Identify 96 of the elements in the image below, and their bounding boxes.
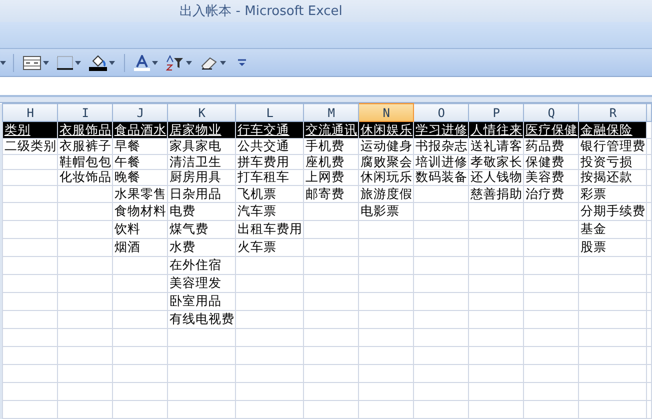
category-header-cell: 衣服饰品: [58, 122, 113, 138]
eraser-icon[interactable]: [200, 56, 218, 70]
table-cell: 慈善捐助: [468, 186, 524, 202]
table-cell: 公共交通: [236, 138, 304, 154]
category-header-cell: 居家物业: [168, 122, 236, 138]
table-cell: 美容理发: [168, 274, 236, 292]
table-cell: 飞机票: [236, 186, 304, 202]
table-cell: 在外住宿: [168, 256, 236, 274]
table-cell: 煤气费: [168, 220, 236, 238]
table-cell: 休闲玩乐: [358, 170, 414, 186]
column-header[interactable]: P: [468, 104, 524, 122]
column-header[interactable]: Q: [524, 104, 579, 122]
table-cell: 数码装备: [414, 170, 469, 186]
category-header-cell: 休闲娱乐: [358, 122, 414, 138]
table-cell: 运动健身: [358, 138, 414, 154]
table-cell: 衣服裤子: [58, 138, 113, 154]
category-header-cell: 金融保险: [578, 122, 647, 138]
table-cell: 彩票: [578, 186, 647, 202]
borders-icon[interactable]: [57, 56, 73, 70]
table-cell: 二级类别: [2, 138, 58, 154]
table-cell: 投资亏损: [578, 154, 647, 170]
table-cell: 书报杂志: [414, 138, 469, 154]
table-cell: 打车租车: [236, 170, 304, 186]
table-cell: 饮料: [112, 220, 168, 238]
table-cell: 汽车票: [236, 202, 304, 220]
category-header-cell: 行车交通: [236, 122, 304, 138]
table-cell: 厨房用具: [168, 170, 236, 186]
table-cell: 清洁卫生: [168, 154, 236, 170]
table-cell: 按揭还款: [578, 170, 647, 186]
category-header-cell: 类别: [2, 122, 58, 138]
table-cell: 银行管理费: [578, 138, 647, 154]
table-cell: 晚餐: [112, 170, 168, 186]
table-cell: 早餐: [112, 138, 168, 154]
category-header-cell: 人情往来: [468, 122, 524, 138]
table-cell: 电影票: [358, 202, 414, 220]
column-header[interactable]: L: [236, 104, 304, 122]
caret-icon[interactable]: [109, 60, 115, 64]
column-header[interactable]: O: [414, 104, 469, 122]
caret-icon[interactable]: [43, 60, 49, 64]
column-header[interactable]: R: [578, 104, 647, 122]
column-header[interactable]: I: [58, 104, 113, 122]
table-cell: 拼车费用: [236, 154, 304, 170]
table-cell: 午餐: [112, 154, 168, 170]
table-cell: 水果零售: [112, 186, 168, 202]
table-cell: 分期手续费: [578, 202, 647, 220]
table-cell: 化妆饰品: [58, 170, 113, 186]
table-cell: 烟酒: [112, 238, 168, 256]
table-cell: 手机费: [304, 138, 359, 154]
table-cell: 火车票: [236, 238, 304, 256]
column-header[interactable]: K: [168, 104, 236, 122]
table-cell: 还人钱物: [468, 170, 524, 186]
table-cell: 水费: [168, 238, 236, 256]
window-title: 出入帐本 - Microsoft Excel: [180, 3, 342, 20]
table-cell: 基金: [578, 220, 647, 238]
table-cell: 孝敬家长: [468, 154, 524, 170]
table-cell: 电费: [168, 202, 236, 220]
caret-icon[interactable]: [152, 60, 158, 64]
font-color-icon[interactable]: [134, 54, 150, 70]
fill-color-button[interactable]: [87, 52, 117, 72]
caret-icon[interactable]: [0, 60, 6, 64]
table-cell: 邮寄费: [304, 186, 359, 202]
table-cell: 家具家电: [168, 138, 236, 154]
table-cell: 日杂用品: [168, 186, 236, 202]
table-cell: 食物材料: [112, 202, 168, 220]
font-color-button[interactable]: [132, 52, 160, 72]
table-cell: 药品费: [524, 138, 579, 154]
paint-bucket-icon[interactable]: [89, 54, 107, 70]
caret-icon[interactable]: [220, 60, 226, 64]
table-cell: 送礼请客: [468, 138, 524, 154]
table-cell: 保健费: [524, 154, 579, 170]
column-header[interactable]: J: [112, 104, 168, 122]
table-cell: 有线电视费: [168, 310, 236, 328]
category-header-cell: 医疗保健: [524, 122, 579, 138]
caret-icon[interactable]: [186, 60, 192, 64]
table-cell: 腐败聚会: [358, 154, 414, 170]
column-header[interactable]: N: [358, 104, 414, 122]
category-header-cell: 学习进修: [414, 122, 469, 138]
sort-filter-button[interactable]: [164, 52, 194, 72]
category-header-cell: 交流通讯: [304, 122, 359, 138]
table-cell: 治疗费: [524, 186, 579, 202]
table-cell: 鞋帽包包: [58, 154, 113, 170]
caret-icon[interactable]: [75, 60, 81, 64]
table-cell: 股票: [578, 238, 647, 256]
toolbar-overflow-icon[interactable]: [238, 58, 246, 66]
sort-filter-icon[interactable]: [166, 54, 184, 70]
table-cell: 旅游度假: [358, 186, 414, 202]
merge-cells-icon[interactable]: [23, 56, 41, 70]
table-cell: 卧室用品: [168, 292, 236, 310]
table-cell: 座机费: [304, 154, 359, 170]
table-cell: 培训进修: [414, 154, 469, 170]
table-cell: 美容费: [524, 170, 579, 186]
column-header[interactable]: H: [2, 104, 58, 122]
table-cell: 上网费: [304, 170, 359, 186]
column-header[interactable]: M: [304, 104, 359, 122]
table-cell: 出租车费用: [236, 220, 304, 238]
category-header-cell: 食品酒水: [112, 122, 168, 138]
